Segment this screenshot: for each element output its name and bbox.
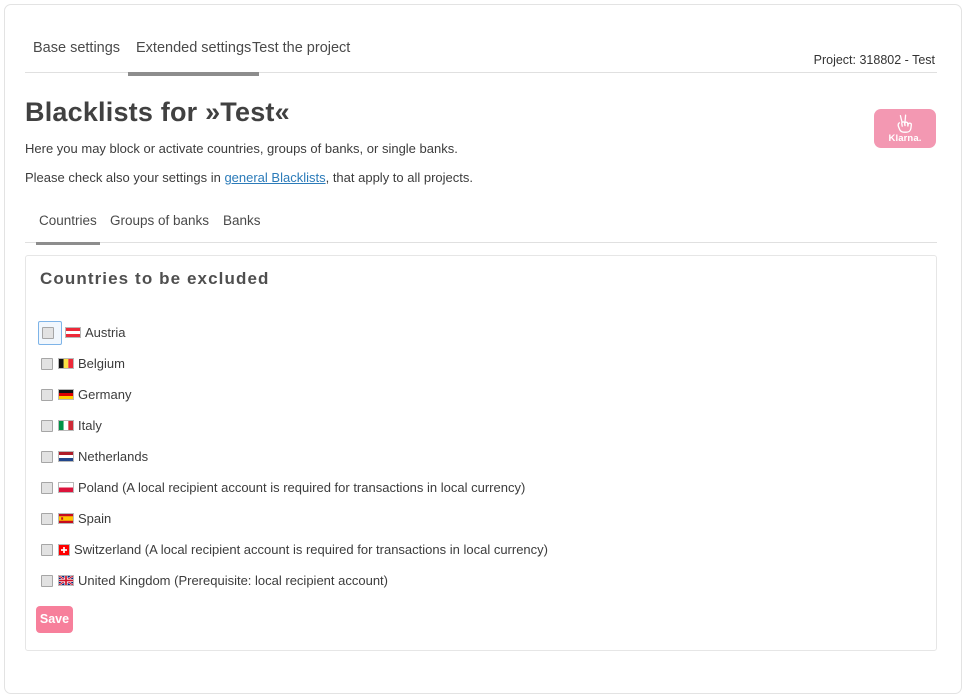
checkbox-switzerland[interactable] (41, 543, 53, 556)
country-label-poland: Poland (A local recipient account is req… (78, 479, 526, 495)
checkbox-germany[interactable] (41, 388, 53, 401)
primary-tab-bar: Base settings Extended settings Test the… (25, 39, 937, 76)
klarna-wordmark: Klarna. (888, 133, 922, 144)
countries-panel: Countries to be excluded Austria Belgium… (25, 255, 937, 651)
panel-title: Countries to be excluded (40, 269, 270, 288)
tab-test-the-project[interactable]: Test the project (252, 39, 350, 72)
subtab-banks[interactable]: Banks (223, 212, 261, 242)
country-checkbox-list: Austria Belgium Germany Italy Netherland… (38, 317, 919, 596)
subtab-groups-of-banks-label: Groups of banks (110, 213, 210, 228)
intro-line2-prefix: Please check also your settings in (25, 170, 225, 185)
country-row-belgium[interactable]: Belgium (39, 348, 919, 379)
country-row-spain[interactable]: Spain (39, 503, 919, 534)
checkbox-spain[interactable] (41, 512, 53, 525)
gb-flag-icon (58, 575, 74, 586)
country-label-united-kingdom: United Kingdom (Prerequisite: local reci… (78, 572, 388, 588)
country-row-italy[interactable]: Italy (39, 410, 919, 441)
it-flag-icon (58, 420, 74, 431)
checkbox-austria[interactable] (42, 326, 54, 339)
project-label: Project: 318802 - Test (813, 53, 935, 67)
country-label-austria: Austria (85, 324, 126, 340)
intro-text-line-1: Here you may block or activate countries… (25, 141, 458, 156)
intro-line2-suffix: , that apply to all projects. (325, 170, 474, 185)
ch-flag-icon (58, 543, 70, 556)
checkbox-italy[interactable] (41, 419, 53, 432)
subtab-banks-label: Banks (223, 213, 261, 228)
tab-base-settings-label: Base settings (33, 40, 121, 56)
es-flag-icon (58, 513, 74, 524)
checkbox-poland[interactable] (41, 481, 53, 494)
tab-base-settings[interactable]: Base settings (33, 39, 120, 72)
country-row-austria[interactable]: Austria (38, 317, 919, 348)
peace-hand-icon (897, 114, 912, 133)
pl-flag-icon (58, 482, 74, 493)
country-row-switzerland[interactable]: Switzerland (A local recipient account i… (39, 534, 919, 565)
checkbox-netherlands[interactable] (41, 450, 53, 463)
country-row-germany[interactable]: Germany (39, 379, 919, 410)
subtab-countries[interactable]: Countries (36, 212, 100, 245)
secondary-tab-bar: Countries Groups of banks Banks (25, 212, 937, 245)
country-label-italy: Italy (78, 417, 102, 433)
general-blacklists-link[interactable]: general Blacklists (224, 170, 325, 185)
nl-flag-icon (58, 451, 74, 462)
country-label-germany: Germany (78, 386, 132, 402)
country-row-poland[interactable]: Poland (A local recipient account is req… (39, 472, 919, 503)
subtab-groups-of-banks[interactable]: Groups of banks (110, 212, 209, 242)
tab-extended-settings[interactable]: Extended settings (128, 39, 260, 76)
country-label-switzerland: Switzerland (A local recipient account i… (74, 541, 548, 557)
country-label-belgium: Belgium (78, 355, 125, 371)
page-card: Base settings Extended settings Test the… (4, 4, 962, 694)
country-label-spain: Spain (78, 510, 112, 526)
klarna-logo-badge: Klarna. (874, 109, 936, 148)
be-flag-icon (58, 358, 74, 369)
checkbox-united-kingdom[interactable] (41, 574, 53, 587)
country-label-netherlands: Netherlands (78, 448, 149, 464)
tab-extended-settings-label: Extended settings (136, 40, 252, 56)
intro-text-line-2: Please check also your settings in gener… (25, 170, 473, 185)
subtab-countries-label: Countries (39, 213, 97, 228)
save-button[interactable]: Save (36, 606, 73, 633)
checkbox-focus-wrap-austria (38, 320, 62, 345)
tab-test-the-project-label: Test the project (252, 40, 351, 56)
page-title: Blacklists for »Test« (25, 97, 290, 127)
de-flag-icon (58, 389, 74, 400)
country-row-netherlands[interactable]: Netherlands (39, 441, 919, 472)
checkbox-belgium[interactable] (41, 357, 53, 370)
country-row-united-kingdom[interactable]: United Kingdom (Prerequisite: local reci… (39, 565, 919, 596)
at-flag-icon (65, 327, 81, 338)
